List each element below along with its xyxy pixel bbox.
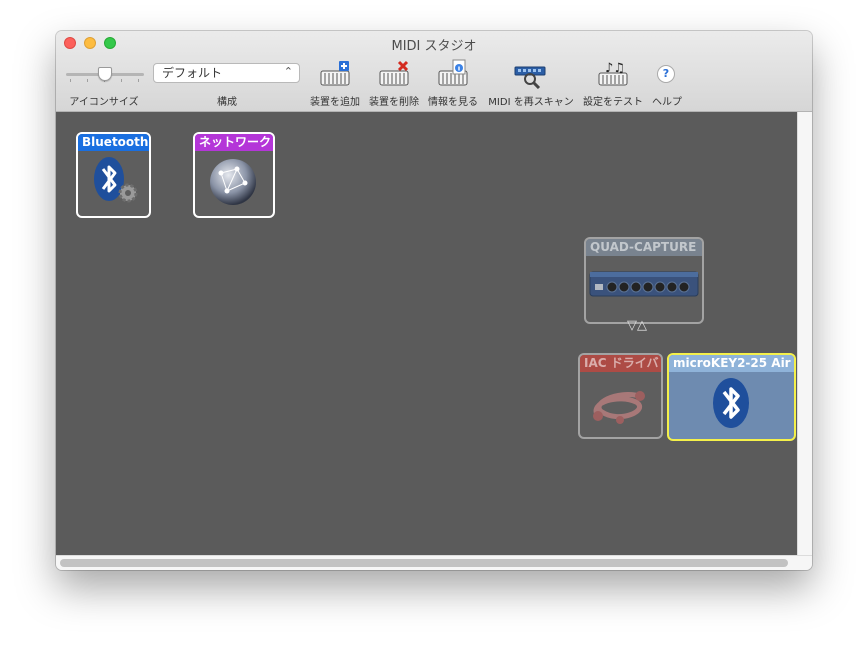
rescan-midi-label: MIDI を再スキャン xyxy=(488,97,574,108)
toolbar: MIDI スタジオ アイコンサイズ デフォルト ⌃ 構成 装置を追加 装置を削除… xyxy=(56,31,812,112)
help-label: ヘルプ xyxy=(652,97,682,108)
icon-size-label: アイコンサイズ xyxy=(69,97,139,108)
keyboard-remove-icon xyxy=(379,60,409,86)
rescan-midi-button[interactable] xyxy=(511,59,551,90)
audio-interface-icon xyxy=(589,271,699,297)
midi-cable-icon xyxy=(593,391,645,424)
test-setup-button[interactable]: ♪♫ xyxy=(593,59,633,89)
svg-text:♪♫: ♪♫ xyxy=(605,61,625,76)
midi-ports-icon: ▽△ xyxy=(627,318,647,333)
updown-chevron-icon: ⌃ xyxy=(283,65,293,78)
show-info-label: 情報を見る xyxy=(428,97,478,108)
device-title: Bluetooth xyxy=(78,134,149,151)
device-title: ネットワーク xyxy=(195,134,273,151)
rescan-magnifier-icon xyxy=(514,66,546,90)
device-title: microKEY2-25 Air xyxy=(669,355,794,372)
device-microkey2-25-air[interactable]: microKEY2-25 Air xyxy=(667,353,796,441)
remove-device-label: 装置を削除 xyxy=(369,97,419,108)
add-device-button[interactable] xyxy=(315,59,355,89)
device-iac-driver[interactable]: IAC ドライバ xyxy=(578,353,663,439)
network-globe-icon xyxy=(210,159,256,205)
help-button[interactable]: ? xyxy=(657,65,675,83)
vertical-scrollbar[interactable] xyxy=(797,112,812,555)
scrollbar-thumb[interactable] xyxy=(60,559,788,567)
device-quad-capture[interactable]: QUAD-CAPTURE xyxy=(584,237,704,324)
device-network[interactable]: ネットワーク xyxy=(193,132,275,218)
horizontal-scrollbar[interactable] xyxy=(56,555,812,570)
slider-knob[interactable] xyxy=(98,67,112,81)
configuration-label: 構成 xyxy=(217,97,237,108)
device-bluetooth[interactable]: Bluetooth xyxy=(76,132,151,218)
add-device-label: 装置を追加 xyxy=(310,97,360,108)
remove-device-button[interactable] xyxy=(374,59,414,89)
window-title: MIDI スタジオ xyxy=(391,39,477,54)
device-canvas[interactable]: Bluetooth ネットワーク QUAD-CAPTURE ▽△ IAC ドライ… xyxy=(56,112,797,555)
test-setup-label: 設定をテスト xyxy=(583,97,643,108)
configuration-popup[interactable]: デフォルト ⌃ xyxy=(153,63,300,83)
device-title: QUAD-CAPTURE xyxy=(586,239,702,256)
keyboard-notes-icon: ♪♫ xyxy=(598,61,628,86)
device-title: IAC ドライバ xyxy=(580,355,661,372)
keyboard-add-icon xyxy=(320,61,350,86)
bluetooth-icon xyxy=(713,378,749,428)
keyboard-info-icon xyxy=(438,59,468,86)
show-info-button[interactable] xyxy=(433,59,473,89)
midi-studio-window: MIDI スタジオ アイコンサイズ デフォルト ⌃ 構成 装置を追加 装置を削除… xyxy=(56,31,812,570)
configuration-value: デフォルト xyxy=(162,66,223,80)
icon-size-slider[interactable] xyxy=(66,67,144,83)
bluetooth-gear-icon xyxy=(94,157,138,203)
